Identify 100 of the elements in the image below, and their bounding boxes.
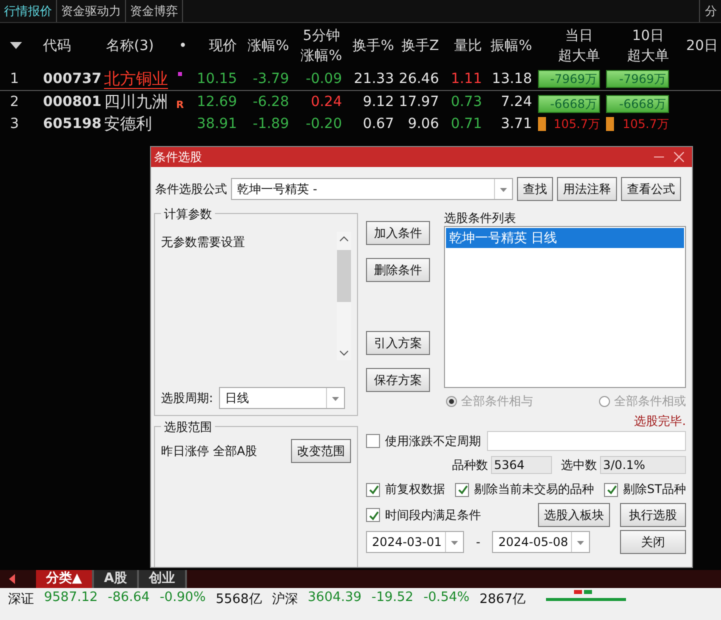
list-label: 选股条件列表 [444,213,518,223]
condition-item[interactable]: 乾坤一号精英 日线 [446,228,684,248]
close-button[interactable]: 关闭 [620,530,686,554]
table-cell: -3.79 [252,71,289,87]
table-cell: 21.33 [354,71,394,87]
stock-code: 000737 [43,71,102,87]
table-cell: 13.18 [492,71,532,87]
table-cell: 26.46 [398,71,439,87]
condition-button[interactable]: 保存方案 [366,368,430,392]
checkbox[interactable]: 使用涨跌不定周期 [366,432,482,450]
stock-name[interactable]: 北方铜业 [104,69,168,89]
stock-code: 605198 [43,116,102,132]
column-header[interactable]: 当日 超大单 [558,26,600,66]
column-header[interactable]: 换手% [352,36,394,56]
index-value: 2867亿 [479,591,526,608]
formula-button[interactable]: 查看公式 [621,177,681,201]
market-tab[interactable]: A股 [94,570,140,588]
index-value: 沪深 [272,591,298,608]
count-label: 选中数 [561,456,597,474]
scrollbar[interactable] [337,232,352,360]
table-cell: 38.91 [196,116,237,132]
table-cell: 0.73 [450,94,482,110]
checkbox[interactable]: 剔除当前未交易的品种 [455,481,594,498]
checkbox[interactable]: 时间段内满足条件 [366,506,482,524]
change-range-button[interactable]: 改变范围 [291,439,352,463]
group-title: 选股范围 [161,419,215,436]
date-separator: - [475,535,482,549]
checkbox[interactable]: 剔除ST品种 [604,481,686,498]
period-label: 选股周期: [161,390,214,406]
quote-tab[interactable]: 行情报价 [0,0,57,22]
column-header[interactable]: 振幅% [490,36,532,56]
close-icon[interactable] [674,152,684,162]
order-bar: -6668万 [606,95,669,113]
check-icon [606,484,617,495]
column-header[interactable]: 量比 [454,36,482,56]
formula-button[interactable]: 查找 [517,177,553,201]
column-header[interactable]: 现价 [209,36,237,56]
table-cell: 0.67 [362,116,394,132]
count-label: 品种数 [452,456,488,474]
table-cell: 1.11 [450,71,482,87]
index-value: -0.90% [160,590,206,605]
formula-dropdown[interactable]: 乾坤一号精英 - [231,178,513,200]
column-header[interactable]: 5分钟 涨幅% [300,26,342,66]
column-header[interactable]: 涨幅% [248,36,289,56]
quote-tab[interactable]: 资金驱动力 [57,0,126,22]
check-icon [368,484,379,495]
table-cell: 17.97 [398,94,439,110]
index-value: -86.64 [108,590,150,605]
column-header[interactable]: 20日 [686,36,718,56]
condition-button[interactable]: 加入条件 [366,221,430,245]
check-icon [368,510,379,520]
column-header[interactable]: • [178,36,187,56]
date-picker[interactable]: 2024-05-08 [492,531,590,553]
market-tab[interactable]: 创业 [139,570,188,588]
params-note: 无参数需要设置 [161,234,246,251]
status-message: 选股完毕. [634,414,686,428]
stock-name[interactable]: 安德利 [104,114,152,133]
table-cell: 0.71 [450,116,482,132]
category-tab[interactable]: 分 [699,0,721,22]
table-cell: 7.24 [500,94,532,110]
index-value: 深证 [8,591,34,608]
marker-label: R [176,99,184,113]
scroll-up-icon[interactable] [339,236,350,242]
table-cell: 0.24 [310,94,342,110]
column-header[interactable]: 10日 超大单 [627,26,669,66]
index-value: 3604.39 [308,590,362,605]
scroll-thumb[interactable] [337,250,352,302]
table-cell: 10.15 [196,71,237,87]
condition-button[interactable]: 删除条件 [366,258,430,282]
order-bar: -6668万 [538,95,600,113]
sort-icon[interactable] [10,42,22,50]
index-value: 9587.12 [44,590,98,605]
run-button[interactable]: 执行选股 [620,503,686,527]
market-tab[interactable]: 分类▲ [36,570,94,588]
table-cell: 9.06 [408,116,439,132]
condition-button[interactable]: 引入方案 [366,331,430,355]
row-number: 3 [10,116,19,132]
row-number: 1 [10,71,19,87]
period-input[interactable] [487,431,686,451]
scroll-down-icon[interactable] [339,350,350,356]
date-picker[interactable]: 2024-03-01 [366,531,464,553]
add-to-block-button[interactable]: 选股入板块 [538,503,610,527]
table-cell: 9.12 [362,94,394,110]
quote-tab[interactable]: 资金博弈 [126,0,183,22]
table-cell: -6.28 [252,94,289,110]
check-icon [456,484,468,495]
range-text: 昨日涨停 全部A股 [161,442,258,460]
dialog-title: 条件选股 [154,148,202,166]
index-value: -19.52 [372,590,414,605]
count-value: 3/0.1% [600,456,686,474]
order-bar: -7969万 [606,70,669,88]
index-value: -0.54% [423,590,470,605]
checkbox[interactable]: 前复权数据 [366,481,446,498]
formula-button[interactable]: 用法注释 [557,177,617,201]
column-header[interactable]: 换手Z [401,36,439,56]
column-header[interactable]: 代码 [43,36,71,56]
period-dropdown[interactable]: 日线 [219,387,346,409]
column-header[interactable]: 名称(3) [106,36,154,56]
formula-label: 条件选股公式 [155,180,227,198]
stock-name[interactable]: 四川九洲 [104,92,168,111]
